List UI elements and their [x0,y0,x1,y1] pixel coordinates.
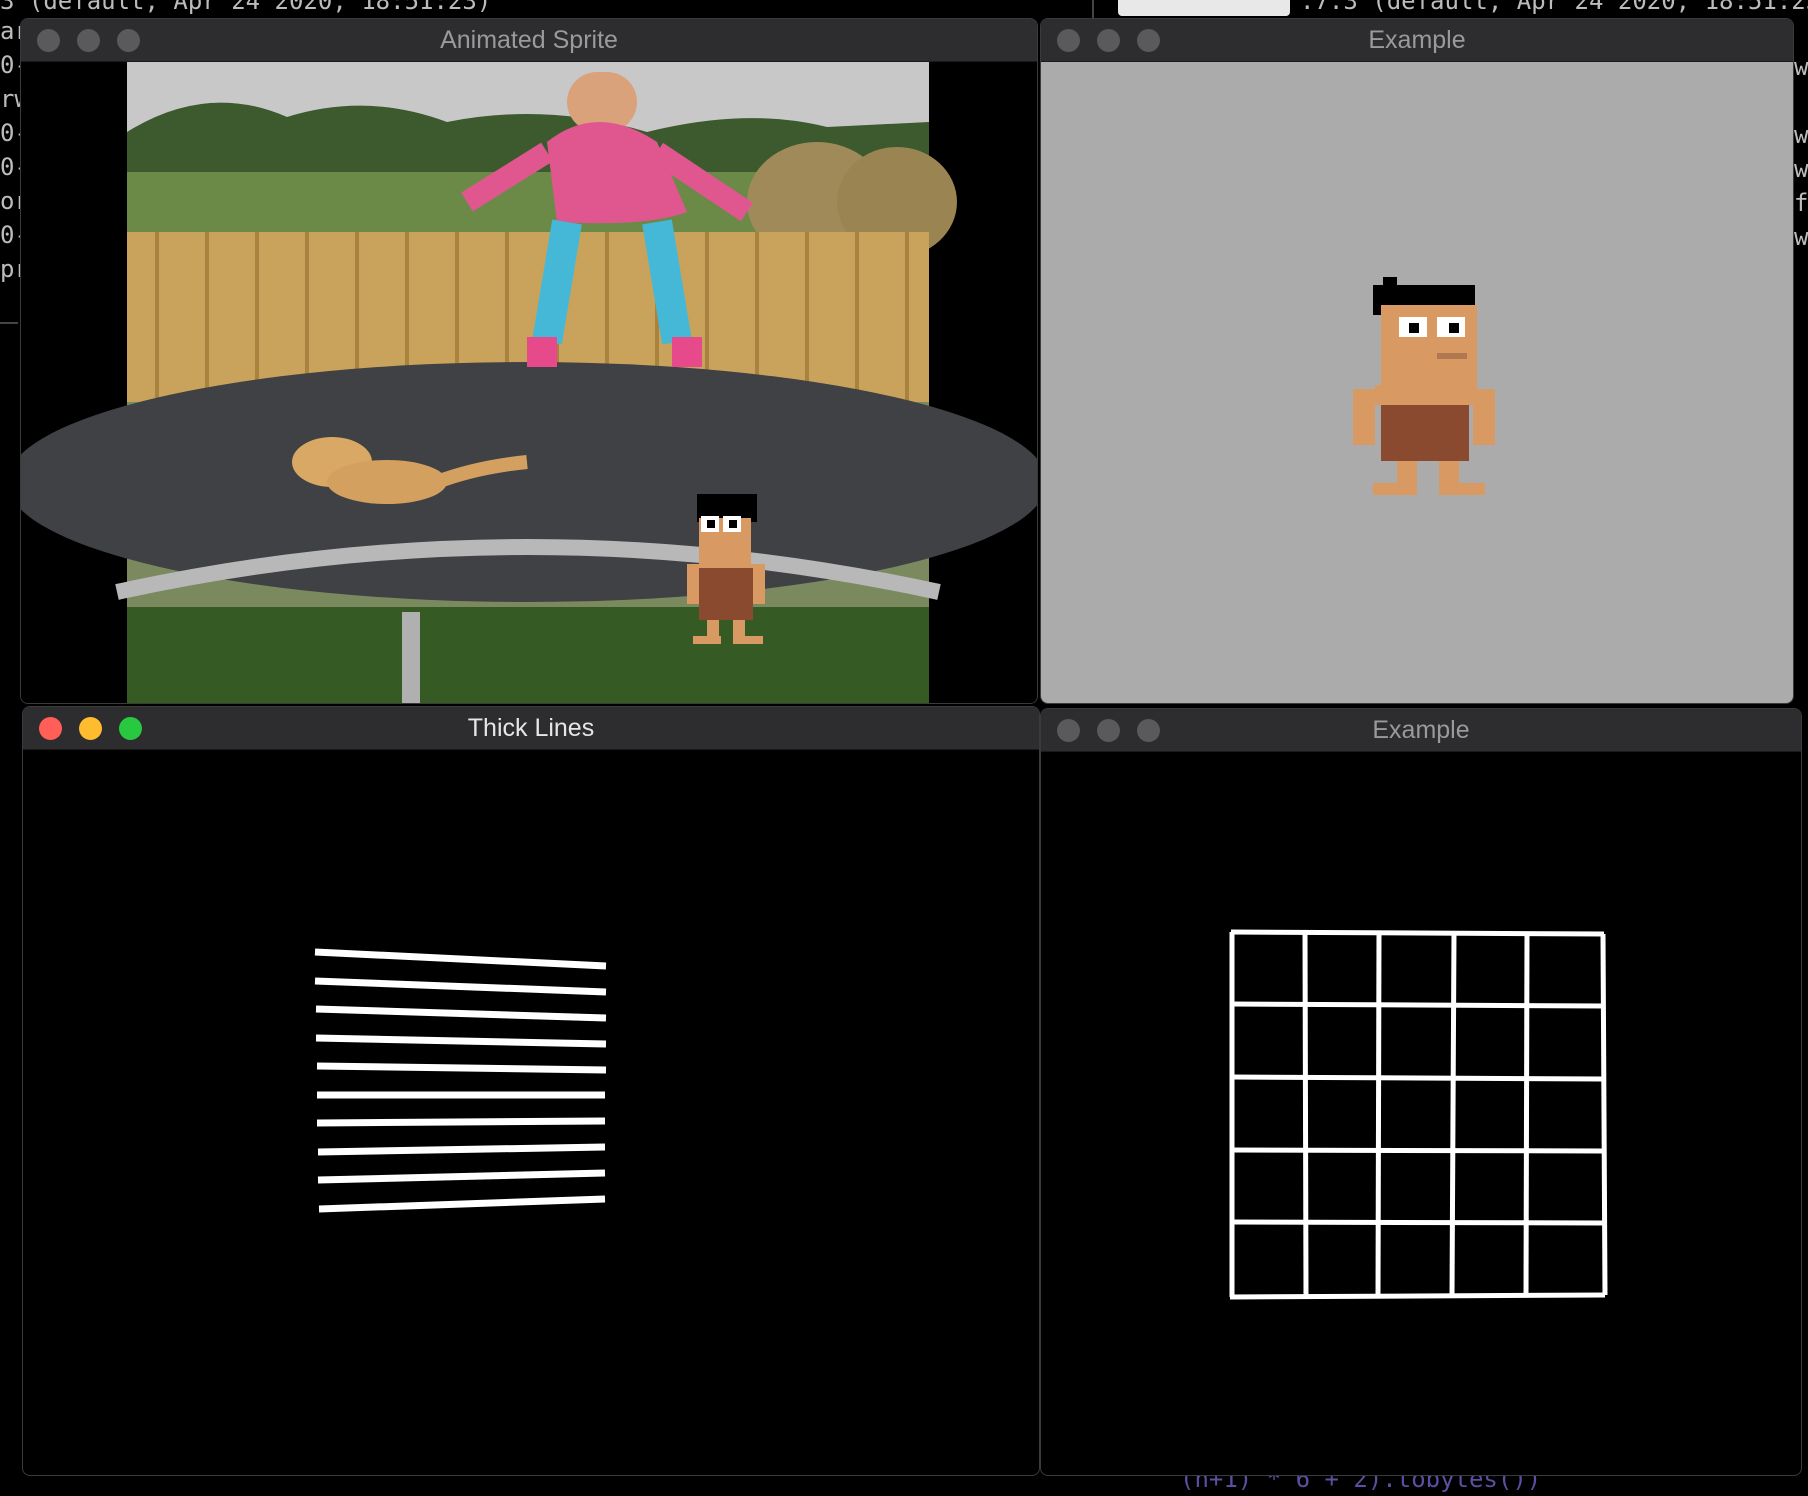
thick-line [317,1169,606,1184]
window-titlebar[interactable]: Example [1041,709,1801,752]
terminal-left-fragments: ar 0- rw 0- 0- or 0- pr [0,14,29,286]
thick-line [315,1005,607,1022]
grid-line-v [1600,933,1608,1296]
thick-line [316,1117,606,1127]
grid-line-v [1302,931,1309,1298]
grid-line-h [1230,1219,1604,1226]
thick-lines-canvas [314,948,607,1213]
thick-line [314,948,607,970]
terminal-fragment: 0- [0,221,29,249]
terminal-left-divider [0,322,18,324]
thick-line [315,1034,607,1048]
terminal-fragment: or [0,187,29,215]
terminal-fragment: 0- [0,119,29,147]
window-canvas[interactable] [23,750,1039,1475]
thick-lines-window[interactable]: Thick Lines [22,706,1040,1476]
animated-sprite-canvas [21,62,1037,703]
example-sprite-window[interactable]: Example [1040,18,1794,704]
grid-line-h [1229,1292,1606,1300]
grid-line-h [1230,1147,1604,1154]
terminal-scrollbar[interactable] [1118,0,1290,16]
window-title: Example [1368,26,1466,54]
terminal-fragment: w [1794,155,1808,183]
terminal-fragment: 0- [0,51,29,79]
terminal-fragment: ar [0,17,29,45]
terminal-fragment: w [1794,53,1808,81]
terminal-fragment: w [1794,223,1808,251]
terminal-fragment: 0- [0,153,29,181]
terminal-top-left-line: 3 (default, Apr 24 2020, 18:51:23) [0,0,492,15]
grid-line-v [1523,933,1530,1297]
thick-line [317,1143,606,1156]
trampoline-photo [21,62,1037,703]
terminal-top-right-line: .7.3 (default, Apr 24 2020, 18:51:23) [1300,0,1808,15]
terminal-divider [1092,0,1094,18]
terminal-right-fragments: w w w f w [1794,50,1808,254]
window-titlebar[interactable]: Animated Sprite [21,19,1037,62]
window-canvas[interactable] [21,62,1037,703]
grid-line-h [1230,929,1605,937]
terminal-fragment: pr [0,255,29,283]
grid-line-v [1449,932,1457,1297]
terminal-fragment: rw [0,85,29,113]
example-grid-canvas [1229,929,1608,1300]
example-grid-window[interactable]: Example [1040,708,1802,1476]
terminal-fragment: f [1794,189,1808,217]
grid-lines [1229,929,1608,1300]
window-titlebar[interactable]: Thick Lines [23,707,1039,750]
window-title: Example [1372,716,1470,744]
thick-line [318,1195,606,1213]
window-canvas[interactable] [1041,752,1801,1475]
window-titlebar[interactable]: Example [1041,19,1793,62]
window-canvas[interactable] [1041,62,1793,703]
thick-line [316,1062,607,1074]
caveman-sprite [1353,277,1495,495]
terminal-fragment: w [1794,121,1808,149]
animated-sprite-window[interactable]: Animated Sprite [20,18,1038,704]
window-title: Animated Sprite [440,26,618,54]
grid-line-h [1230,1074,1604,1082]
window-title: Thick Lines [467,714,595,742]
example-sprite-canvas [1353,277,1495,495]
grid-line-h [1230,1001,1604,1009]
thick-line [314,977,607,996]
thick-lines-group [314,948,607,1213]
grid-line-v [1375,932,1382,1298]
